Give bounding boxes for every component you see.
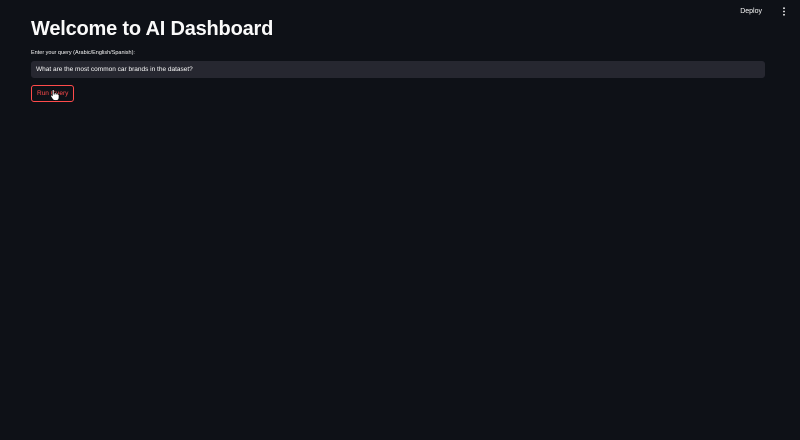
run-query-label: Run Query: [37, 90, 69, 97]
run-query-button[interactable]: Run Query: [31, 85, 75, 102]
query-input[interactable]: [31, 61, 765, 78]
page-title: Welcome to AI Dashboard: [31, 18, 274, 40]
app-root: Deploy Welcome to AI Dashboard Enter you…: [0, 0, 800, 440]
main-menu-button[interactable]: [780, 5, 788, 18]
kebab-menu-icon: [783, 6, 785, 16]
query-label: Enter your query (Arabic/English/Spanish…: [31, 50, 135, 56]
main-content: Welcome to AI Dashboard Enter your query…: [31, 14, 765, 102]
